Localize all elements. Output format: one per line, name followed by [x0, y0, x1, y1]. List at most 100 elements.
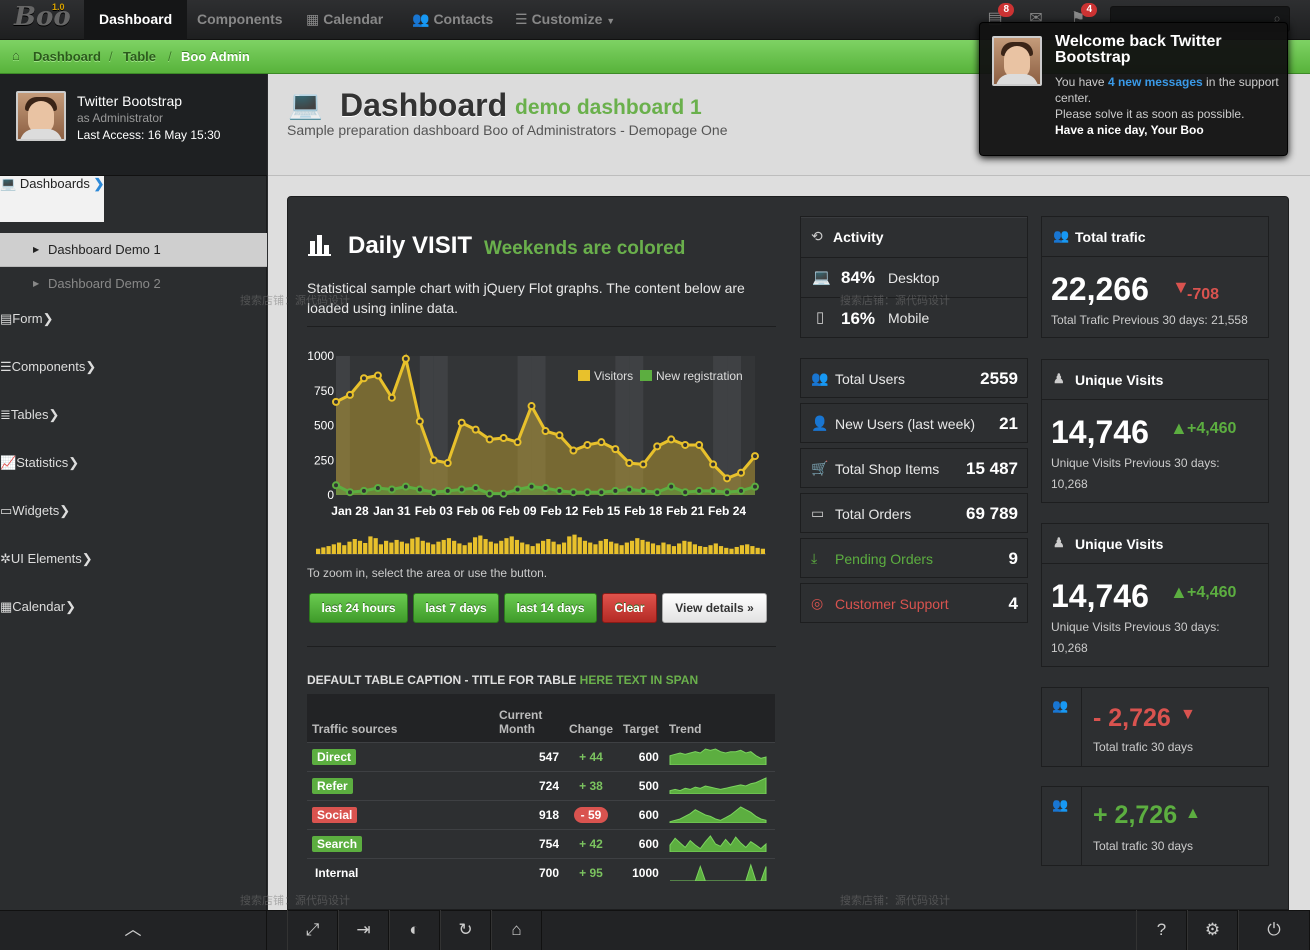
overview-bar [520, 542, 525, 554]
col-header[interactable]: Traffic sources [307, 694, 494, 742]
traffic-delta: -708 [1187, 286, 1220, 303]
sidebar-item-form[interactable]: ▤Form❯ [0, 311, 54, 327]
sidebar-subitem-demo2[interactable]: ▶ Dashboard Demo 2 [0, 267, 267, 301]
table-row[interactable]: Internal 700 + 95 1000 [307, 857, 775, 887]
registration-point [373, 484, 382, 493]
theme-button[interactable]: ◐ [389, 910, 440, 950]
col-header[interactable]: Trend [663, 694, 775, 742]
sidebar-item-widgets[interactable]: ▭Widgets❯ [0, 503, 70, 519]
nav-dashboard[interactable]: Dashboard [84, 0, 188, 40]
col-header[interactable]: Current Month [494, 694, 564, 742]
overview-bar [603, 539, 609, 554]
stat-customer-support[interactable]: ◎ Customer Support 4 [800, 583, 1028, 623]
chart-title: Daily VISIT [348, 232, 473, 259]
home-icon: ⌂ [511, 920, 522, 939]
home-icon[interactable]: ⌂ [12, 48, 20, 63]
nav-contacts[interactable]: 👥 Contacts [397, 0, 508, 40]
watermark: 搜索店铺：源代码设计 [240, 895, 350, 907]
source-label[interactable]: Social [312, 806, 358, 823]
nav-calendar[interactable]: ▦ Calendar [291, 0, 398, 40]
nav-customize[interactable]: ☰ Customize ▼ [500, 0, 630, 40]
sidebar-item-ui-elements[interactable]: ✲UI Elements❯ [0, 551, 93, 567]
stat-pending-orders[interactable]: ⤓ Pending Orders 9 [800, 538, 1028, 578]
overview-bar [504, 538, 509, 554]
col-header[interactable]: Target [618, 694, 664, 742]
stat-total-orders[interactable]: ▭ Total Orders 69 789 [800, 493, 1028, 533]
scroll-top-button[interactable]: ︿ [0, 910, 267, 950]
stat-new-users[interactable]: 👤 New Users (last week) 21 [800, 403, 1028, 443]
breadcrumb-table[interactable]: Table [123, 49, 156, 64]
traffic-down-value: - 2,726 [1093, 704, 1171, 732]
laptop-icon: 💻 [812, 269, 831, 286]
registration-point [709, 486, 718, 495]
caret-down-icon: ▼ [606, 16, 616, 26]
last-24-hours-button[interactable]: last 24 hours [309, 593, 408, 623]
fullscreen-button[interactable]: ⤢ [287, 910, 338, 950]
total-traffic-box: 👥 Total trafic 22,266 ▼ -708 Total Trafic… [1041, 216, 1269, 338]
help-button[interactable]: ? [1136, 910, 1187, 950]
registration-point [415, 485, 424, 494]
settings-button[interactable]: ⚙ [1187, 910, 1238, 950]
logo[interactable]: Boo 1.0 [14, 2, 74, 38]
new-messages-link[interactable]: 4 new messages [1108, 75, 1203, 89]
sidebar-item-components[interactable]: ☰Components❯ [0, 359, 96, 375]
visitors-point [443, 459, 452, 468]
registration-point [569, 488, 578, 497]
last-14-days-button[interactable]: last 14 days [504, 593, 597, 623]
daily-visit-chart[interactable]: Jan 28 Jan 31 Feb 03 Feb 06 Feb 09 Feb 12 Feb … [300, 340, 770, 570]
table-row[interactable]: Refer 724 + 38 500 [307, 770, 775, 800]
registration-point [499, 489, 508, 498]
view-details-button[interactable]: View details » [662, 593, 767, 623]
table-row[interactable]: Direct 547 + 44 600 [307, 741, 775, 771]
overview-bar [650, 543, 656, 554]
visitors-point [667, 435, 676, 444]
visitors-point [387, 393, 396, 402]
registration-point [611, 486, 620, 495]
refresh-button[interactable]: ↻ [440, 910, 491, 950]
cell-trend [663, 828, 775, 858]
login-button[interactable]: ⇥ [338, 910, 389, 950]
logout-button[interactable]: ⏻ [1238, 910, 1310, 950]
nav-components[interactable]: Components [182, 0, 298, 40]
logout-icon: ⏻ [1267, 920, 1281, 939]
source-label[interactable]: Search [312, 835, 363, 852]
visitors-point [499, 434, 508, 443]
cell-source: Search [307, 828, 494, 858]
overview-bar [739, 545, 745, 554]
sidebar-item-label: Form [12, 311, 43, 326]
source-label[interactable]: Direct [312, 748, 357, 765]
col-header[interactable]: Change [564, 694, 619, 742]
stat-value: 15 487 [966, 459, 1018, 478]
chevron-right-icon: ❯ [65, 599, 76, 614]
overview-bar [577, 537, 582, 554]
stat-total-users[interactable]: 👥 Total Users 2559 [800, 358, 1028, 398]
registration-point [443, 486, 452, 495]
table-row[interactable]: Social 918 - 59 600 [307, 799, 775, 829]
traffic-up-note: Total trafic 30 days [1093, 839, 1194, 853]
overview-bar [567, 536, 572, 554]
source-label[interactable]: Refer [312, 777, 353, 794]
registration-point [429, 488, 438, 497]
overview-bar [452, 540, 457, 554]
clear-button[interactable]: Clear [602, 593, 657, 623]
breadcrumb-current: Boo Admin [181, 49, 250, 64]
stat-shop-items[interactable]: 🛒 Total Shop Items 15 487 [800, 448, 1028, 488]
overview-bar [671, 546, 677, 554]
last-7-days-button[interactable]: last 7 days [413, 593, 499, 623]
overview-bar [729, 548, 734, 554]
sidebar-item-dashboards[interactable]: 💻 Dashboards ❯ [0, 176, 105, 222]
sidebar-item-statistics[interactable]: 📈Statistics❯ [0, 455, 79, 471]
table-row[interactable]: Search 754 + 42 600 [307, 828, 775, 858]
overview-bar [624, 542, 629, 554]
breadcrumb-dashboard[interactable]: Dashboard [33, 49, 101, 64]
sidebar-subitem-demo1[interactable]: ▶ Dashboard Demo 1 [0, 233, 267, 267]
welcome-notification[interactable]: Welcome back Twitter Bootstrap You have … [979, 22, 1288, 156]
sidebar-item-calendar[interactable]: ▦Calendar❯ [0, 599, 76, 615]
sidebar-item-tables[interactable]: ≣Tables❯ [0, 407, 59, 423]
source-label[interactable]: Internal [312, 865, 361, 881]
avatar[interactable] [16, 91, 66, 141]
overview-bar [357, 540, 363, 554]
cell-current: 918 [494, 799, 564, 829]
home-button[interactable]: ⌂ [491, 910, 542, 950]
registration-point [695, 486, 704, 495]
